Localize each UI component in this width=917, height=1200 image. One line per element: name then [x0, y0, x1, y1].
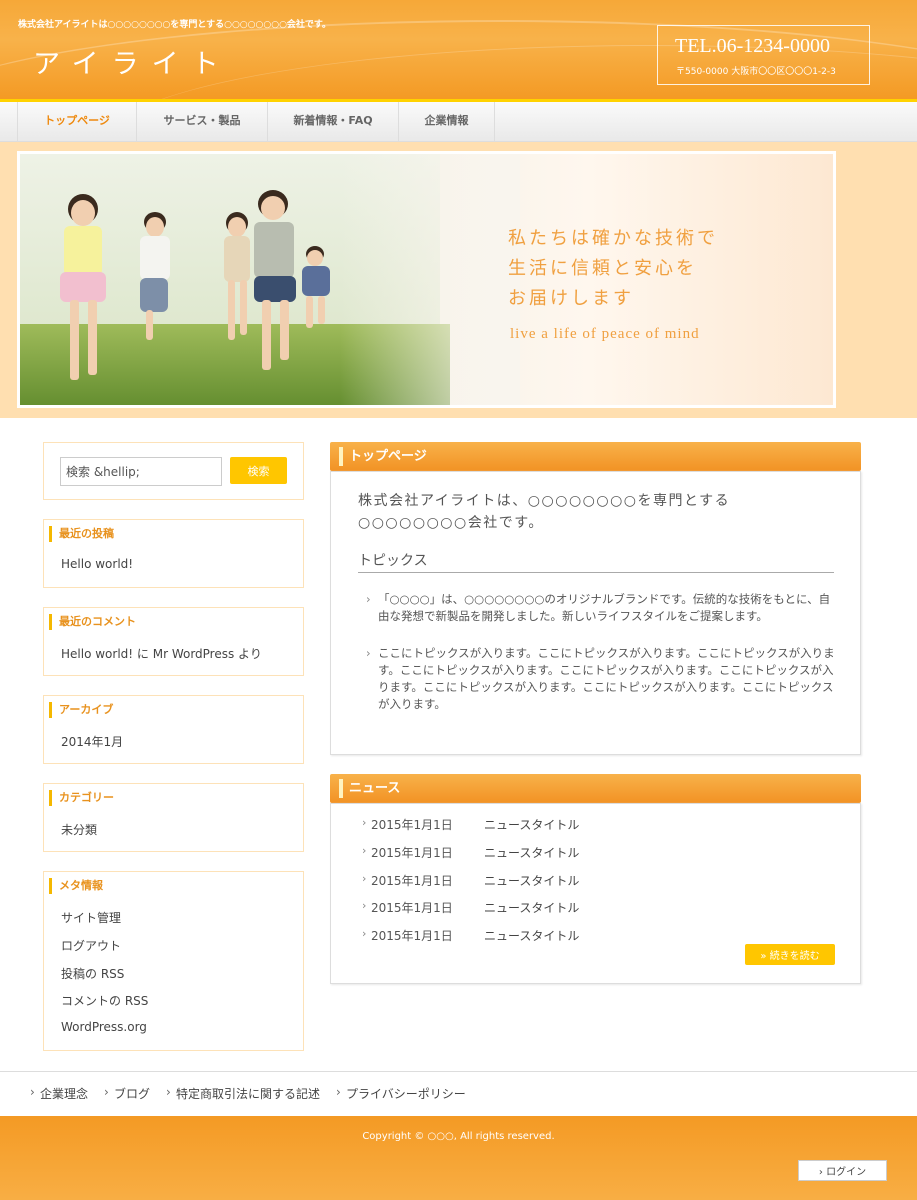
news-title-link[interactable]: ニュースタイトル — [484, 816, 684, 833]
hero-copy: 私たちは確かな技術で 生活に信頼と安心を お届けします — [508, 224, 718, 314]
search-input[interactable] — [60, 457, 222, 486]
login-button[interactable]: › ログイン — [798, 1160, 887, 1181]
hero-image: 私たちは確かな技術で 生活に信頼と安心を お届けします live a life … — [17, 151, 836, 408]
meta-widget: メタ情報 サイト管理 ログアウト 投稿の RSS コメントの RSS WordP… — [43, 871, 304, 1051]
archive-link[interactable]: 2014年1月 — [61, 733, 123, 750]
news-date: 2015年1月1日 — [371, 818, 453, 832]
news-date: 2015年1月1日 — [371, 846, 453, 860]
footer-link-blog[interactable]: ブログ — [104, 1085, 150, 1102]
recent-comment-link[interactable]: Hello world! に Mr WordPress より — [61, 645, 262, 662]
widget-title: アーカイブ — [49, 702, 113, 718]
hero-copy-line: お届けします — [508, 288, 634, 309]
top-page-heading: トップページ — [330, 442, 861, 471]
widget-title: 最近の投稿 — [49, 526, 114, 542]
nav-item-top[interactable]: トップページ — [18, 102, 137, 142]
category-link[interactable]: 未分類 — [61, 821, 97, 838]
archives-widget: アーカイブ 2014年1月 — [43, 695, 304, 764]
footer-link-privacy[interactable]: プライバシーポリシー — [336, 1085, 466, 1102]
section-title: ニュース — [339, 779, 400, 798]
hero-fade — [340, 154, 520, 405]
read-more-button[interactable]: » 続きを読む — [745, 944, 835, 965]
nav-item-services[interactable]: サービス・製品 — [137, 102, 268, 142]
hero-subcopy: live a life of peace of mind — [510, 326, 700, 342]
top-page-panel: 株式会社アイライトは、○○○○○○○○を専門とする○○○○○○○○会社です。 ト… — [330, 471, 861, 755]
contact-box: TEL.06-1234-0000 〒550-0000 大阪市〇〇区〇〇〇1-2-… — [657, 25, 870, 85]
nav-item-company[interactable]: 企業情報 — [399, 102, 495, 142]
news-date: 2015年1月1日 — [371, 901, 453, 915]
hero-copy-line: 私たちは確かな技術で — [508, 228, 718, 249]
meta-link-logout[interactable]: ログアウト — [61, 937, 121, 954]
widget-title: カテゴリー — [49, 790, 114, 806]
footer-link-philosophy[interactable]: 企業理念 — [30, 1085, 88, 1102]
meta-link-posts-rss[interactable]: 投稿の RSS — [61, 965, 124, 982]
hero-copy-line: 生活に信頼と安心を — [508, 258, 697, 279]
address: 〒550-0000 大阪市〇〇区〇〇〇1-2-3 — [676, 67, 836, 77]
news-title-link[interactable]: ニュースタイトル — [484, 899, 684, 916]
news-title-link[interactable]: ニュースタイトル — [484, 872, 684, 889]
site-footer: Copyright © ○○○, All rights reserved. › … — [0, 1116, 917, 1200]
search-button[interactable]: 検索 — [230, 457, 287, 484]
footer-link-commerce-law[interactable]: 特定商取引法に関する記述 — [166, 1085, 320, 1102]
site-title-link[interactable]: アイライト — [33, 42, 232, 81]
recent-post-link[interactable]: Hello world! — [61, 557, 133, 571]
global-nav: トップページ サービス・製品 新着情報・FAQ 企業情報 — [0, 102, 917, 142]
categories-widget: カテゴリー 未分類 — [43, 783, 304, 852]
recent-comments-widget: 最近のコメント Hello world! に Mr WordPress より — [43, 607, 304, 676]
news-date: 2015年1月1日 — [371, 874, 453, 888]
phone-number: TEL.06-1234-0000 — [675, 35, 830, 57]
widget-title: メタ情報 — [49, 878, 103, 894]
section-title: トップページ — [339, 447, 427, 466]
meta-link-admin[interactable]: サイト管理 — [61, 909, 121, 926]
nav-item-news-faq[interactable]: 新着情報・FAQ — [268, 102, 399, 142]
recent-posts-widget: 最近の投稿 Hello world! — [43, 519, 304, 588]
news-heading: ニュース — [330, 774, 861, 803]
widget-title: 最近のコメント — [49, 614, 136, 630]
site-tagline: 株式会社アイライトは○○○○○○○○を専門とする○○○○○○○○会社です。 — [18, 20, 332, 30]
copyright: Copyright © ○○○, All rights reserved. — [362, 1131, 555, 1142]
meta-link-comments-rss[interactable]: コメントの RSS — [61, 992, 148, 1009]
topic-item: 「○○○○」は、○○○○○○○○のオリジナルブランドです。伝統的な技術をもとに、… — [366, 591, 838, 625]
intro-text: 株式会社アイライトは、○○○○○○○○を専門とする○○○○○○○○会社です。 — [358, 493, 731, 531]
news-title-link[interactable]: ニュースタイトル — [484, 844, 684, 861]
topics-heading: トピックス — [358, 550, 834, 573]
news-title-link[interactable]: ニュースタイトル — [484, 927, 684, 944]
footer-links: 企業理念 ブログ 特定商取引法に関する記述 プライバシーポリシー — [0, 1071, 917, 1116]
meta-link-wordpress[interactable]: WordPress.org — [61, 1020, 147, 1034]
search-widget: 検索 — [43, 442, 304, 500]
news-date: 2015年1月1日 — [371, 929, 453, 943]
topic-item: ここにトピックスが入ります。ここにトピックスが入ります。ここにトピックスが入りま… — [366, 645, 838, 713]
site-header: 株式会社アイライトは○○○○○○○○を専門とする○○○○○○○○会社です。 アイ… — [0, 0, 917, 99]
news-panel: 2015年1月1日 ニュースタイトル 2015年1月1日 ニュースタイトル 20… — [330, 803, 861, 984]
